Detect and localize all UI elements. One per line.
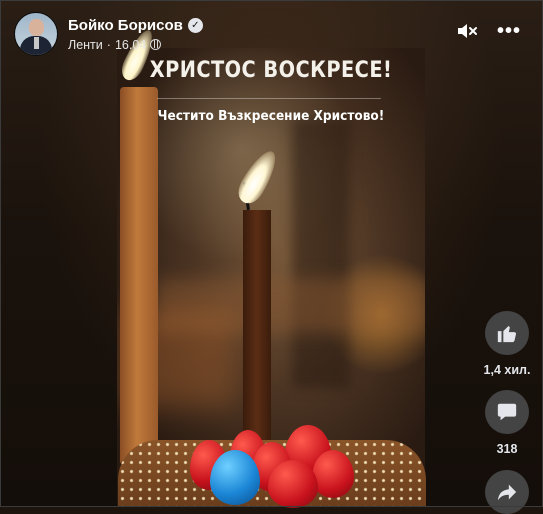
red-egg xyxy=(268,460,318,508)
verified-badge-icon: ✓ xyxy=(187,17,203,33)
like-count[interactable]: 1,4 хил. xyxy=(484,363,531,377)
comment-action: 318 xyxy=(484,390,530,456)
post-header: Бойко Борисов ✓ Ленти · 16.04 xyxy=(14,12,203,56)
author-name[interactable]: Бойко Борисов xyxy=(68,17,183,34)
share-action xyxy=(484,470,530,514)
like-button[interactable] xyxy=(485,311,529,355)
globe-icon xyxy=(150,39,162,50)
share-arrow-icon xyxy=(497,484,517,501)
comment-button[interactable] xyxy=(485,390,529,434)
comment-count[interactable]: 318 xyxy=(497,442,518,456)
post-source[interactable]: Ленти xyxy=(68,38,103,52)
like-action: 1,4 хил. xyxy=(484,311,530,377)
crucifix-blur xyxy=(292,118,350,388)
blue-egg xyxy=(210,450,260,505)
speaker-muted-icon[interactable] xyxy=(457,22,479,40)
separator: · xyxy=(106,37,111,52)
video-controls: ••• xyxy=(457,21,521,41)
video-title: ХРИСТОС ВОСКРЕСЕ! xyxy=(149,58,393,83)
candle-middle xyxy=(243,210,271,445)
candle-left xyxy=(120,87,158,465)
red-egg xyxy=(312,450,354,498)
post-date[interactable]: 16.04 xyxy=(115,38,146,52)
share-button[interactable] xyxy=(485,470,529,514)
video-subtitle: Честито Възкресение Христово! xyxy=(157,108,385,124)
post-meta: Бойко Борисов ✓ Ленти · 16.04 xyxy=(68,17,203,52)
comment-bubble-icon xyxy=(497,403,517,421)
title-divider xyxy=(157,98,381,99)
thumbs-up-icon xyxy=(497,326,517,343)
avatar[interactable] xyxy=(14,12,58,56)
more-options-icon[interactable]: ••• xyxy=(497,21,521,41)
